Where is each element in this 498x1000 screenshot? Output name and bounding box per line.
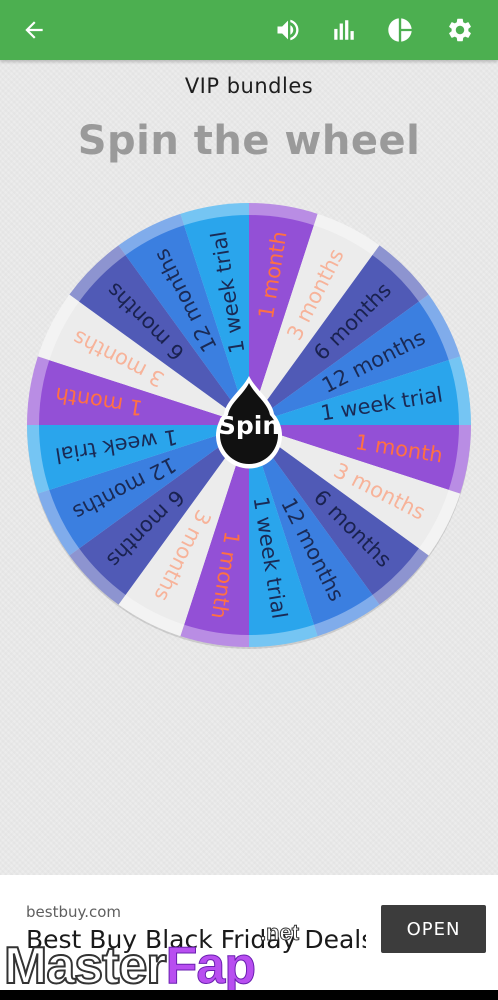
app-toolbar [0,0,498,60]
settings-button[interactable] [438,0,482,60]
system-nav-bar [0,990,498,1000]
stats-button[interactable] [322,0,366,60]
results-button[interactable] [378,0,422,60]
pie-chart-icon [388,18,412,42]
gear-icon [449,18,471,42]
ad-headline[interactable]: Best Buy Black Friday Deals [26,925,366,954]
spin-label: Spin [218,411,280,440]
prize-wheel[interactable]: 1 month3 months6 months12 months1 week t… [24,200,474,650]
sound-button[interactable] [266,0,310,60]
ad-banner[interactable]: bestbuy.com Best Buy Black Friday Deals … [0,875,498,1000]
page-title: Spin the wheel [77,118,421,164]
back-button[interactable] [12,0,56,60]
volume-icon [277,19,299,41]
page-subtitle: VIP bundles [184,74,314,98]
back-arrow-icon [25,21,43,39]
ad-domain: bestbuy.com [26,903,122,921]
bar-chart-icon [334,20,354,40]
ad-open-button[interactable]: OPEN [381,905,486,953]
